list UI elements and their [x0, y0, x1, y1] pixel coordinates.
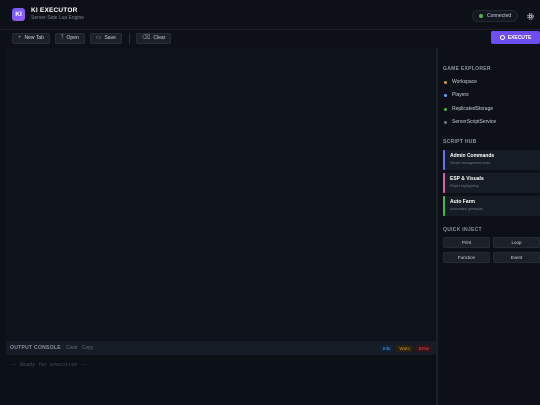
new-tab-button[interactable]: + New Tab — [12, 32, 50, 44]
script-card-desc: Automated gameplay — [450, 207, 484, 211]
trash-icon: ⌫ — [141, 35, 151, 41]
script-card-name: ESP & Visuals — [450, 176, 484, 182]
script-card-desc: Player highlighting — [450, 184, 479, 188]
app-logo: KI — [12, 8, 25, 21]
inject-print-button[interactable]: Print — [443, 237, 490, 248]
folder-icon — [444, 93, 447, 97]
explorer-item-players[interactable]: Players — [444, 90, 469, 100]
explorer-item-label: Workspace — [452, 79, 477, 85]
brand: KI EXECUTOR Server-Side Lua Engine — [31, 6, 85, 22]
explorer-item-label: ReplicatedStorage — [452, 106, 494, 112]
clear-button[interactable]: ⌫ Clear — [135, 32, 172, 44]
inject-loop-button[interactable]: Loop — [493, 237, 540, 248]
script-card-desc: Server management tools — [450, 161, 491, 165]
filter-error[interactable]: Error — [416, 344, 432, 352]
script-hub-title: SCRIPT HUB — [443, 139, 477, 145]
quick-inject-title: QUICK INJECT — [443, 227, 482, 233]
status-dot-icon — [479, 14, 483, 18]
explorer-item-label: ServerScriptService — [452, 119, 497, 125]
toolbar: + New Tab ⤒ Open ▭ Save ⌫ Clear — [0, 30, 540, 46]
filter-warn[interactable]: Warn — [396, 344, 413, 352]
play-icon — [499, 35, 505, 40]
app-subtitle: Server-Side Lua Engine — [31, 15, 85, 22]
explorer-item-label: Players — [452, 92, 469, 98]
status-label: Connected — [487, 13, 512, 19]
script-card-esp-visuals[interactable]: ESP & Visuals Player highlighting — [443, 173, 540, 193]
new-tab-label: New Tab — [24, 35, 44, 41]
plus-icon: + — [18, 35, 22, 41]
console-filters: Info Warn Error — [377, 344, 432, 352]
script-card-admin-commands[interactable]: Admin Commands Server management tools — [443, 150, 540, 170]
folder-icon — [444, 107, 447, 111]
explorer-item-replicated-storage[interactable]: ReplicatedStorage — [444, 104, 493, 114]
folder-icon — [444, 80, 447, 84]
explorer-title: GAME EXPLORER — [443, 66, 491, 72]
folder-icon — [444, 120, 447, 124]
open-button[interactable]: ⤒ Open — [54, 32, 85, 44]
code-editor[interactable] — [6, 48, 436, 341]
script-card-name: Auto Farm — [450, 199, 475, 205]
filter-info[interactable]: Info — [379, 344, 394, 352]
output-console: OUTPUT CONSOLE Clear Copy Info Warn Erro… — [6, 341, 436, 405]
script-card-name: Admin Commands — [450, 153, 495, 159]
console-output: -- Ready for execution -- — [11, 362, 87, 368]
gear-icon[interactable] — [526, 12, 535, 21]
execute-label: EXECUTE — [507, 34, 532, 41]
explorer-item-server-script-service[interactable]: ServerScriptService — [444, 117, 496, 127]
console-header: OUTPUT CONSOLE Clear Copy Info Warn Erro… — [6, 341, 436, 355]
upload-icon: ⤒ — [60, 35, 64, 41]
app-header: KI KI EXECUTOR Server-Side Lua Engine — [0, 0, 540, 30]
toolbar-divider — [128, 32, 130, 44]
open-label: Open — [66, 35, 79, 41]
clear-label: Clear — [153, 35, 166, 41]
save-icon: ▭ — [95, 35, 102, 41]
save-button[interactable]: ▭ Save — [89, 32, 122, 44]
connection-status-badge: Connected — [472, 10, 519, 22]
console-copy-button[interactable]: Copy — [82, 345, 94, 351]
explorer-item-workspace[interactable]: Workspace — [444, 77, 477, 87]
console-title: OUTPUT CONSOLE — [10, 345, 61, 351]
sidebar: GAME EXPLORER Workspace Players Replicat… — [438, 48, 540, 405]
app-title: KI EXECUTOR — [31, 6, 78, 14]
save-label: Save — [104, 35, 116, 41]
inject-function-button[interactable]: Function — [443, 252, 490, 263]
script-card-auto-farm[interactable]: Auto Farm Automated gameplay — [443, 196, 540, 216]
execute-button[interactable]: EXECUTE — [491, 31, 540, 44]
console-clear-button[interactable]: Clear — [66, 345, 78, 351]
inject-event-button[interactable]: Event — [493, 252, 540, 263]
